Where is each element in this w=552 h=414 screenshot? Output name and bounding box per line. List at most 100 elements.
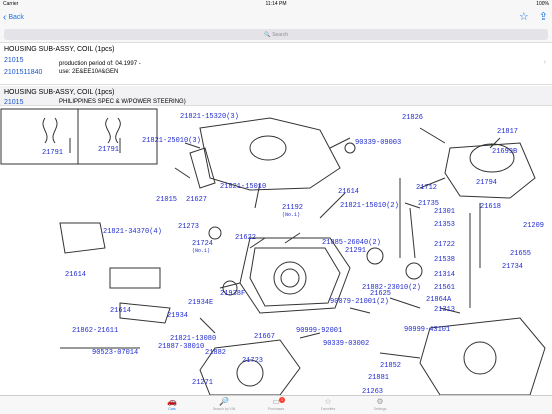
part-label[interactable]: 21712 <box>416 184 437 192</box>
part-label[interactable]: 21864A <box>426 296 451 304</box>
part-label[interactable]: 21614 <box>110 307 131 315</box>
back-label: Back <box>8 14 24 21</box>
navigation-bar: ‹ Back ☆ ⇪ <box>0 8 552 27</box>
part-label[interactable]: 21192 <box>282 204 303 212</box>
part-code[interactable]: 21015 <box>4 99 23 106</box>
tab-label: Search by VIN <box>212 407 236 411</box>
part-label[interactable]: 21821-13080 <box>170 335 216 343</box>
part-label[interactable]: 21699B <box>492 148 517 156</box>
part-label[interactable]: 21723 <box>242 357 263 365</box>
chevron-left-icon: ‹ <box>3 11 7 23</box>
part-label[interactable]: 21561 <box>434 284 455 292</box>
parts-diagram[interactable]: 21791 21791 21821-15320(3) 21826 21821-2… <box>0 108 552 396</box>
clock: 11:14 PM <box>265 1 287 7</box>
part-label[interactable]: 21791 <box>98 146 119 154</box>
search-icon: 🔍 <box>263 31 271 38</box>
part-label[interactable]: 21821-25010(3) <box>142 137 201 145</box>
tab-cars[interactable]: 🚗 Cars <box>155 396 189 414</box>
part-label[interactable]: 21934 <box>167 312 188 320</box>
part-label[interactable]: 21313 <box>434 306 455 314</box>
share-icon[interactable]: ⇪ <box>539 10 548 24</box>
list-item[interactable]: HOUSING SUB-ASSY, COIL (1pcs) 21015 2101… <box>0 43 552 85</box>
favorite-star-icon[interactable]: ☆ <box>519 10 529 24</box>
part-label[interactable]: 90999-43101 <box>404 326 450 334</box>
part-label[interactable]: 21862-21611 <box>72 327 118 335</box>
part-label[interactable]: (No.1) <box>282 212 300 218</box>
part-label[interactable]: 21882-23010(2) <box>362 284 421 292</box>
part-label[interactable]: 21821-15320(3) <box>180 113 239 121</box>
screen: Carrier 11:14 PM 100% ‹ Back ☆ ⇪ 🔍 Searc… <box>0 0 552 414</box>
part-label[interactable]: 21887-38010 <box>158 343 204 351</box>
part-label[interactable]: 90999-92001 <box>296 327 342 335</box>
search-input[interactable]: 🔍 Search <box>4 29 548 40</box>
part-label[interactable]: 21881 <box>368 374 389 382</box>
part-label[interactable]: 21885-26040(2) <box>322 239 381 247</box>
part-label[interactable]: 21614 <box>338 188 359 196</box>
tab-search-by-vin[interactable]: 🔎 Search by VIN <box>207 396 241 414</box>
part-label[interactable]: 21821-15010 <box>220 183 266 191</box>
part-label[interactable]: 21821-15010(2) <box>340 202 399 210</box>
part-label[interactable]: 21734 <box>502 263 523 271</box>
part-title: HOUSING SUB-ASSY, COIL (1pcs) <box>4 46 115 53</box>
search-bar: 🔍 Search <box>0 27 552 43</box>
car-icon: 🚗 <box>167 397 177 406</box>
part-title: HOUSING SUB-ASSY, COIL (1pcs) <box>4 89 115 96</box>
part-label[interactable]: 21353 <box>434 221 455 229</box>
part-label[interactable]: 21614 <box>65 271 86 279</box>
nav-actions: ☆ ⇪ <box>519 10 548 24</box>
part-label[interactable]: 21821-34370(4) <box>103 228 162 236</box>
part-label[interactable]: 90079-21001(2) <box>330 298 389 306</box>
part-label[interactable]: 21291 <box>345 247 366 255</box>
part-label[interactable]: 21655 <box>510 250 531 258</box>
back-button[interactable]: ‹ Back <box>3 11 24 24</box>
tab-label: Purchases <box>267 407 285 411</box>
star-icon: ☆ <box>324 397 332 406</box>
part-label[interactable]: 21271 <box>192 379 213 387</box>
part-label[interactable]: 21817 <box>497 128 518 136</box>
search-placeholder: Search <box>272 31 289 38</box>
part-label[interactable]: 21735 <box>418 200 439 208</box>
part-label[interactable]: 21826 <box>402 114 423 122</box>
tab-label: Settings <box>373 407 387 411</box>
part-label[interactable]: 21722 <box>434 241 455 249</box>
part-label[interactable]: 21794 <box>476 179 497 187</box>
part-label[interactable]: 21882 <box>205 349 226 357</box>
part-label[interactable]: (No.1) <box>192 248 210 254</box>
usage-note: PHILIPPINES SPEC & W/POWER STEERING) <box>59 99 186 105</box>
part-label[interactable]: 21015 <box>156 196 177 204</box>
part-label[interactable]: 21627 <box>186 196 207 204</box>
part-label[interactable]: 21938F <box>220 290 245 298</box>
part-label[interactable]: 21622 <box>235 234 256 242</box>
status-bar: Carrier 11:14 PM 100% <box>0 0 552 8</box>
list-item[interactable]: HOUSING SUB-ASSY, COIL (1pcs) 21015 PHIL… <box>0 86 552 106</box>
part-label[interactable]: 21852 <box>380 362 401 370</box>
tab-settings[interactable]: ⚙ Settings <box>363 396 397 414</box>
part-label[interactable]: 21273 <box>178 223 199 231</box>
part-label[interactable]: 21314 <box>434 271 455 279</box>
part-label[interactable]: 21301 <box>434 208 455 216</box>
part-number[interactable]: 2101511840 <box>4 69 42 76</box>
part-label[interactable]: 90523-07014 <box>92 349 138 357</box>
part-label[interactable]: 21934E <box>188 299 213 307</box>
production-period: production period of: 04.1997 - <box>59 61 141 67</box>
tab-label: Cars <box>168 407 176 411</box>
battery-label: 100% <box>536 1 549 7</box>
tab-bar: 🚗 Cars 🔎 Search by VIN ▭ 1 Purchases ☆ F… <box>0 395 552 414</box>
part-label[interactable]: 21538 <box>434 256 455 264</box>
tab-label: Favorites <box>320 407 336 411</box>
gear-icon: ⚙ <box>376 397 384 406</box>
part-label[interactable]: 21724 <box>192 240 213 248</box>
tab-purchases[interactable]: ▭ 1 Purchases <box>259 396 293 414</box>
part-label[interactable]: 90339-03002 <box>323 340 369 348</box>
part-label[interactable]: 90339-09003 <box>355 139 401 147</box>
badge-count: 1 <box>279 397 285 403</box>
usage-note: use: 2E&EE10#&GEN <box>59 69 119 75</box>
part-label[interactable]: 21209 <box>523 222 544 230</box>
part-label[interactable]: 21618 <box>480 203 501 211</box>
part-code[interactable]: 21015 <box>4 57 23 64</box>
vin-search-icon: 🔎 <box>219 397 229 406</box>
part-label[interactable]: 21667 <box>254 333 275 341</box>
part-label[interactable]: 21791 <box>42 149 63 157</box>
tab-favorites[interactable]: ☆ Favorites <box>311 396 345 414</box>
diagram-drawing <box>0 108 546 395</box>
